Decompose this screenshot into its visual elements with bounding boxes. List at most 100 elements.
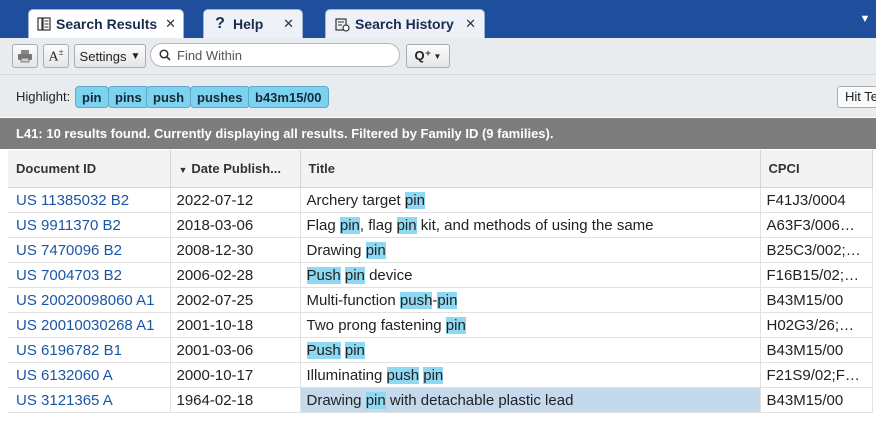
cell-document-id[interactable]: US 20010030268 A1 bbox=[8, 312, 171, 338]
highlighted-term: push bbox=[399, 291, 433, 309]
history-icon bbox=[334, 16, 350, 32]
cell-date: 2001-10-18 bbox=[170, 312, 301, 338]
table-row[interactable]: US 9911370 B2 2018-03-06 Flag pin, flag pi… bbox=[8, 212, 873, 238]
cell-date: 2006-02-28 bbox=[170, 262, 301, 288]
cell-document-id[interactable]: US 9911370 B2 bbox=[8, 212, 171, 238]
cell-date: 2000-10-17 bbox=[170, 362, 301, 388]
cell-cpci: F21S9/02;F… bbox=[760, 362, 873, 388]
cell-document-id[interactable]: US 3121365 A bbox=[8, 387, 171, 413]
find-within-input[interactable] bbox=[175, 46, 389, 64]
cell-document-id[interactable]: US 20020098060 A1 bbox=[8, 287, 171, 313]
highlighted-term: pin bbox=[344, 266, 365, 284]
cell-title: Push pin device bbox=[300, 262, 761, 288]
cell-document-id[interactable]: US 11385032 B2 bbox=[8, 187, 171, 213]
highlight-term[interactable]: pin bbox=[75, 86, 109, 108]
close-icon[interactable]: ✕ bbox=[157, 16, 176, 32]
cell-date: 2002-07-25 bbox=[170, 287, 301, 313]
tab-menu-icon[interactable]: ▼ bbox=[854, 0, 876, 38]
results-table: Document ID ▼ Date Publish... Title CPCI … bbox=[8, 150, 873, 413]
highlighted-term: pin bbox=[365, 391, 386, 409]
highlighted-term: pin bbox=[339, 216, 360, 234]
cell-cpci: B43M15/00 bbox=[760, 287, 873, 313]
highlighted-term: pin bbox=[445, 316, 466, 334]
chevron-down-icon: ▼ bbox=[130, 50, 141, 62]
hit-text-button[interactable]: Hit Te bbox=[837, 86, 876, 108]
cell-date: 2022-07-12 bbox=[170, 187, 301, 213]
highlight-label: Highlight: bbox=[16, 89, 71, 104]
table-header-row: Document ID ▼ Date Publish... Title CPCI bbox=[8, 150, 873, 188]
cell-cpci: B43M15/00 bbox=[760, 337, 873, 363]
results-grid: Document ID ▼ Date Publish... Title CPCI … bbox=[8, 150, 876, 413]
search-icon bbox=[159, 49, 171, 61]
cell-cpci: A63F3/006… bbox=[760, 212, 873, 238]
question-icon: ? bbox=[215, 15, 225, 32]
tab-search-history[interactable]: Search History ✕ bbox=[325, 9, 485, 38]
cell-cpci: B43M15/00 bbox=[760, 387, 873, 413]
column-header-date-published[interactable]: ▼ Date Publish... bbox=[170, 150, 301, 188]
highlighted-term: pin bbox=[396, 216, 417, 234]
highlight-term[interactable]: pins bbox=[108, 86, 149, 108]
column-header-document-id[interactable]: Document ID bbox=[8, 150, 171, 188]
highlighted-term: pin bbox=[344, 341, 365, 359]
highlighted-term: Push bbox=[306, 341, 341, 359]
table-row[interactable]: US 3121365 A 1964-02-18 Drawing pin with d… bbox=[8, 387, 873, 413]
query-add-button[interactable]: Q⁺ ▼ bbox=[406, 44, 450, 68]
table-row[interactable]: US 7004703 B2 2006-02-28 Push pin device F1… bbox=[8, 262, 873, 288]
highlight-bar: Highlight: pin pins push pushes b43m15/0… bbox=[0, 75, 876, 117]
tab-help[interactable]: ? Help ✕ bbox=[203, 9, 303, 38]
table-row[interactable]: US 20010030268 A1 2001-10-18 Two prong fas… bbox=[8, 312, 873, 338]
font-size-icon: A± bbox=[48, 46, 64, 65]
highlighted-term: pin bbox=[437, 291, 458, 309]
highlighted-term: pin bbox=[365, 241, 386, 259]
cell-cpci: B25C3/002;… bbox=[760, 237, 873, 263]
cell-title: Push pin bbox=[300, 337, 761, 363]
table-row[interactable]: US 6132060 A 2000-10-17 Illuminating push … bbox=[8, 362, 873, 388]
print-button[interactable] bbox=[12, 44, 38, 68]
tab-label: Help bbox=[233, 16, 264, 32]
cell-title: Multi-function push-pin bbox=[300, 287, 761, 313]
cell-cpci: H02G3/26;… bbox=[760, 312, 873, 338]
highlight-term[interactable]: pushes bbox=[190, 86, 250, 108]
tab-bar: Search Results ✕ ? Help ✕ Search History… bbox=[0, 0, 876, 38]
query-add-icon: Q⁺ bbox=[414, 48, 432, 63]
print-icon bbox=[18, 50, 32, 63]
results-status: L41: 10 results found. Currently display… bbox=[0, 118, 876, 149]
cell-document-id[interactable]: US 7470096 B2 bbox=[8, 237, 171, 263]
highlighted-term: pin bbox=[423, 366, 444, 384]
cell-document-id[interactable]: US 6196782 B1 bbox=[8, 337, 171, 363]
tab-search-results[interactable]: Search Results ✕ bbox=[28, 9, 184, 38]
font-size-button[interactable]: A± bbox=[43, 44, 69, 68]
document-list-icon bbox=[37, 16, 51, 32]
cell-title: Archery target pin bbox=[300, 187, 761, 213]
cell-document-id[interactable]: US 6132060 A bbox=[8, 362, 171, 388]
table-row[interactable]: US 7470096 B2 2008-12-30 Drawing pin B25C3/… bbox=[8, 237, 873, 263]
sort-desc-icon: ▼ bbox=[178, 165, 188, 175]
close-icon[interactable]: ✕ bbox=[457, 16, 476, 32]
table-row[interactable]: US 6196782 B1 2001-03-06 Push pin B43M15/00 bbox=[8, 337, 873, 363]
tab-label: Search Results bbox=[56, 16, 158, 32]
cell-date: 2018-03-06 bbox=[170, 212, 301, 238]
settings-button[interactable]: Settings ▼ bbox=[74, 44, 146, 68]
cell-date: 2008-12-30 bbox=[170, 237, 301, 263]
cell-title: Drawing pin with detachable plastic lead bbox=[300, 387, 761, 413]
highlight-term[interactable]: b43m15/00 bbox=[248, 86, 329, 108]
cell-title: Drawing pin bbox=[300, 237, 761, 263]
highlight-term[interactable]: push bbox=[146, 86, 192, 108]
toolbar: A± Settings ▼ Q⁺ ▼ bbox=[0, 38, 876, 75]
column-header-title[interactable]: Title bbox=[300, 150, 761, 188]
find-within-box[interactable] bbox=[150, 43, 400, 67]
cell-title: Two prong fastening pin bbox=[300, 312, 761, 338]
highlighted-term: pin bbox=[404, 191, 425, 209]
table-row[interactable]: US 20020098060 A1 2002-07-25 Multi-functio… bbox=[8, 287, 873, 313]
cell-cpci: F41J3/0004 bbox=[760, 187, 873, 213]
cell-document-id[interactable]: US 7004703 B2 bbox=[8, 262, 171, 288]
cell-date: 1964-02-18 bbox=[170, 387, 301, 413]
close-icon[interactable]: ✕ bbox=[275, 16, 294, 32]
chevron-down-icon: ▼ bbox=[433, 51, 442, 61]
table-row[interactable]: US 11385032 B2 2022-07-12 Archery target p… bbox=[8, 187, 873, 213]
cell-cpci: F16B15/02;… bbox=[760, 262, 873, 288]
tab-label: Search History bbox=[355, 16, 454, 32]
column-header-cpci[interactable]: CPCI bbox=[760, 150, 873, 188]
highlighted-term: push bbox=[386, 366, 420, 384]
highlighted-term: Push bbox=[306, 266, 341, 284]
